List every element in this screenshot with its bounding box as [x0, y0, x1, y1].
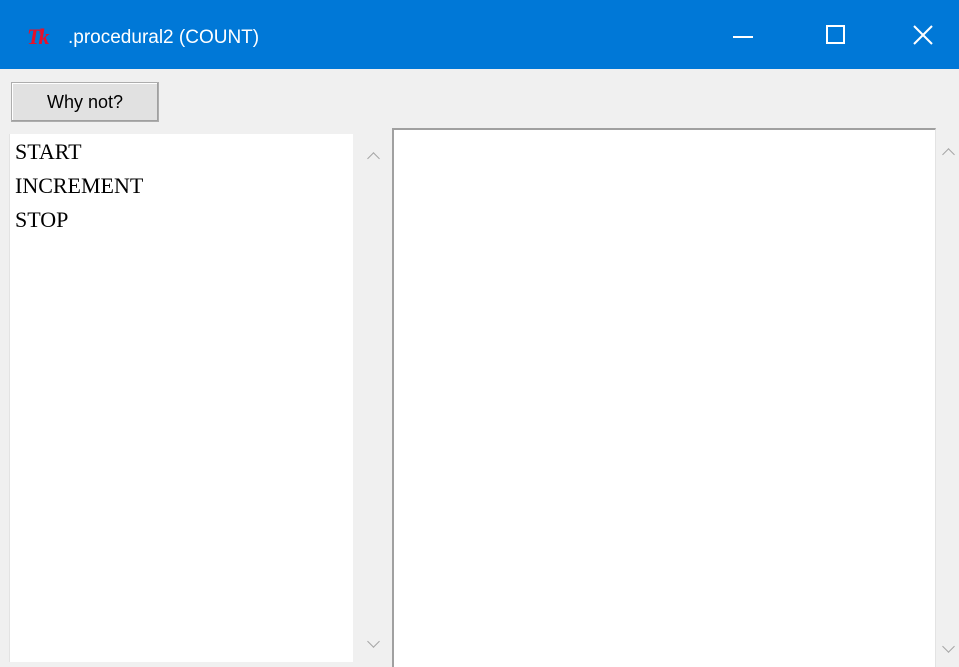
maximize-button[interactable] — [795, 0, 875, 69]
scroll-up-button[interactable] — [355, 146, 391, 166]
close-button[interactable] — [883, 0, 959, 69]
scroll-down-button[interactable] — [355, 634, 391, 654]
procedure-listbox[interactable]: START INCREMENT STOP — [9, 134, 353, 662]
scroll-up-button[interactable] — [937, 142, 959, 162]
list-item[interactable]: INCREMENT — [10, 169, 353, 203]
chevron-down-icon — [941, 640, 955, 653]
text-panel-scrollbar[interactable] — [937, 130, 959, 667]
chevron-up-icon — [366, 152, 380, 165]
scroll-down-button[interactable] — [937, 639, 959, 659]
chevron-up-icon — [941, 148, 955, 161]
close-icon — [913, 24, 933, 45]
why-not-button[interactable]: Why not? — [11, 82, 159, 122]
tk-logo-icon: Tk — [27, 24, 49, 49]
minimize-button[interactable] — [703, 0, 783, 69]
listbox-scrollbar[interactable] — [355, 134, 391, 662]
list-item[interactable]: STOP — [10, 203, 353, 237]
maximize-icon — [825, 25, 845, 44]
title-bar[interactable]: Tk .procedural2 (COUNT) — [0, 0, 959, 69]
app-window: Tk .procedural2 (COUNT) Why not? START I… — [0, 0, 959, 667]
minimize-icon — [733, 35, 753, 38]
chevron-down-icon — [366, 635, 380, 648]
text-panel[interactable] — [392, 128, 936, 667]
list-item[interactable]: START — [10, 135, 353, 169]
window-title: .procedural2 (COUNT) — [68, 27, 260, 48]
